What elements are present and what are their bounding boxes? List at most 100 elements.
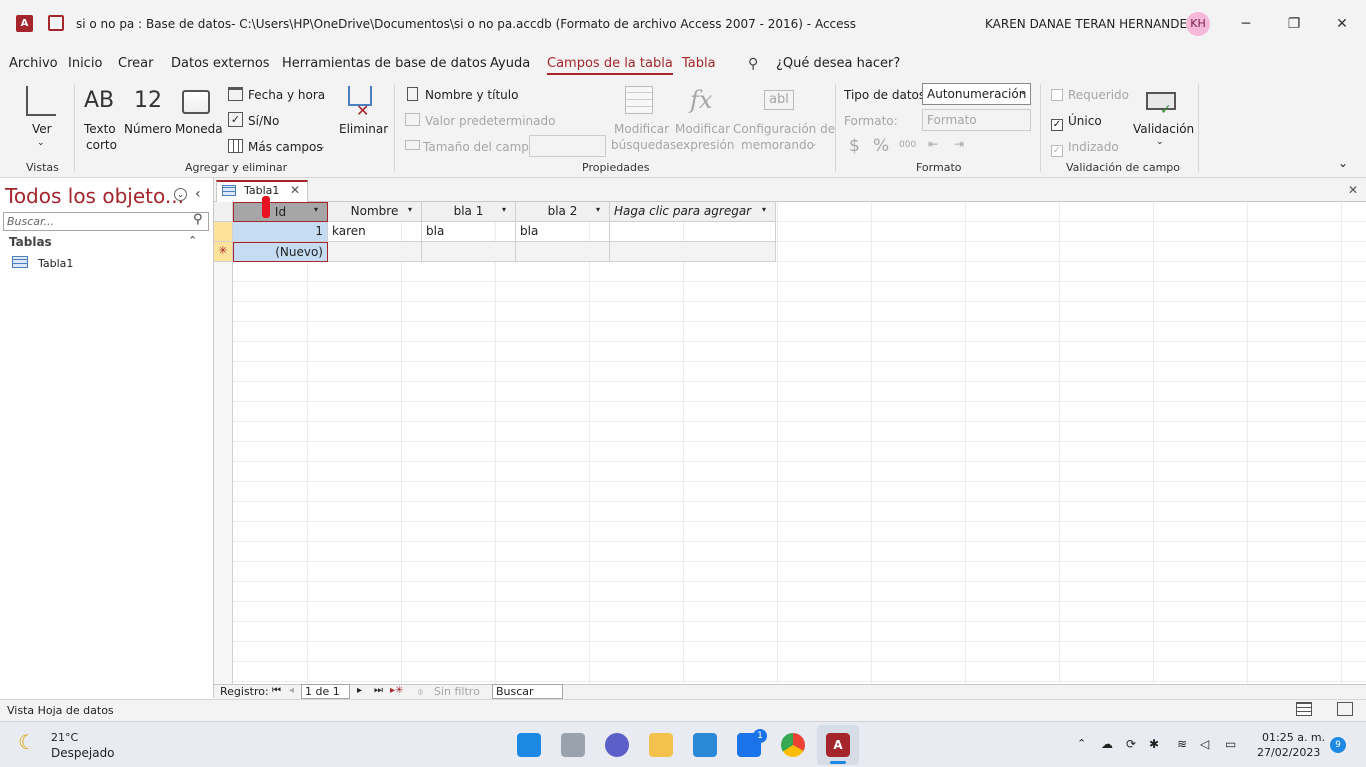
chevron-down-icon[interactable]: ⌄ <box>1156 137 1164 147</box>
column-header-add[interactable]: Haga clic para agregar <box>610 202 776 222</box>
weather-temp[interactable]: 21°C <box>51 731 78 744</box>
chrome-icon[interactable] <box>781 733 805 757</box>
dropdown-arrow-icon[interactable]: ▾ <box>762 205 766 214</box>
modify-lookups-label-2[interactable]: búsquedas <box>611 138 676 152</box>
search-icon[interactable]: ⚲ <box>193 212 203 227</box>
onedrive-icon[interactable]: ☁ <box>1101 737 1113 751</box>
sync-icon[interactable]: ⟳ <box>1126 737 1136 751</box>
store-icon[interactable] <box>693 733 717 757</box>
tell-me-search[interactable]: ¿Qué desea hacer? <box>776 56 900 71</box>
nav-section-tablas[interactable]: Tablas <box>9 235 52 249</box>
tab-datos-externos[interactable]: Datos externos <box>171 56 270 71</box>
weather-desc[interactable]: Despejado <box>51 746 115 760</box>
close-document-icon[interactable]: ✕ <box>1348 183 1358 197</box>
design-view-icon[interactable] <box>1337 702 1353 716</box>
modify-expression-label-2[interactable]: expresión <box>676 138 734 152</box>
datasheet-view-icon[interactable] <box>1296 702 1312 716</box>
tab-inicio[interactable]: Inicio <box>68 56 102 71</box>
table-cell[interactable]: karen <box>328 222 422 242</box>
new-record-cell[interactable]: (Nuevo) <box>233 242 328 262</box>
chevron-up-icon[interactable]: ⌃ <box>1077 737 1086 750</box>
restore-button[interactable]: ❐ <box>1280 10 1308 38</box>
save-icon[interactable] <box>48 15 64 31</box>
table-cell[interactable] <box>610 222 776 242</box>
row-selector[interactable] <box>214 222 233 242</box>
wifi-icon[interactable]: ≋ <box>1177 737 1187 751</box>
clock-date[interactable]: 27/02/2023 <box>1257 746 1320 759</box>
chat-icon[interactable] <box>605 733 629 757</box>
yes-no-button[interactable]: Sí/No <box>248 114 279 128</box>
avatar[interactable]: KH <box>1186 12 1210 36</box>
battery-icon[interactable]: ▭ <box>1225 737 1236 751</box>
validation-button[interactable]: Validación <box>1133 122 1194 136</box>
table-cell[interactable]: bla <box>422 222 516 242</box>
memo-settings-button[interactable]: Configuración de <box>733 122 835 136</box>
filter-icon[interactable]: ⌽ <box>417 685 424 699</box>
close-button[interactable]: ✕ <box>1328 10 1356 38</box>
file-explorer-icon[interactable] <box>649 733 673 757</box>
new-record-nav-icon[interactable]: ▸✳ <box>390 685 403 696</box>
task-view-icon[interactable] <box>561 733 585 757</box>
field-size-input[interactable] <box>529 135 606 157</box>
prev-record-icon[interactable]: ◂ <box>289 685 294 696</box>
chevron-up-icon[interactable]: ⌃ <box>188 234 197 247</box>
unique-checkbox[interactable]: ✓ Único <box>1051 114 1102 131</box>
windows-start-icon[interactable] <box>517 733 541 757</box>
currency-format-icon[interactable]: $ <box>849 136 860 156</box>
moon-icon[interactable]: ☾ <box>18 730 36 754</box>
tab-campos-de-la-tabla[interactable]: Campos de la tabla <box>547 56 673 75</box>
access-logo-icon[interactable]: A <box>16 15 33 32</box>
dropdown-arrow-icon[interactable]: ▾ <box>596 205 600 214</box>
last-record-icon[interactable]: ⏭ <box>374 685 383 696</box>
bluetooth-icon[interactable]: ✱ <box>1149 737 1159 751</box>
search-icon[interactable]: ⚲ <box>748 56 758 72</box>
select-all-corner[interactable] <box>214 202 233 222</box>
dropdown-arrow-icon[interactable]: ▾ <box>408 205 412 214</box>
tab-tabla[interactable]: Tabla <box>682 56 716 71</box>
table-cell[interactable] <box>328 242 422 262</box>
thousands-format-icon[interactable]: 000 <box>899 140 916 150</box>
nav-menu-chevron-icon[interactable]: ⌄ <box>174 188 187 201</box>
format-select[interactable]: Formato <box>922 109 1031 131</box>
chevron-down-icon[interactable]: ⌄ <box>810 139 818 149</box>
currency-button[interactable]: Moneda <box>175 122 223 136</box>
nav-search-input[interactable]: Buscar... <box>3 212 209 231</box>
minimize-button[interactable]: ─ <box>1232 10 1260 38</box>
modify-lookups-button[interactable]: Modificar <box>614 122 669 136</box>
user-name[interactable]: KAREN DANAE TERAN HERNANDEZ <box>985 17 1195 31</box>
tab-archivo[interactable]: Archivo <box>9 56 58 71</box>
name-caption-button[interactable]: Nombre y título <box>425 88 518 102</box>
modify-expression-button[interactable]: Modificar <box>675 122 730 136</box>
table-cell[interactable]: 1 <box>233 222 328 242</box>
close-tab-icon[interactable]: ✕ <box>290 183 300 197</box>
collapse-pane-icon[interactable]: ‹ <box>195 186 201 202</box>
table-cell[interactable] <box>516 242 610 262</box>
percent-format-icon[interactable]: % <box>873 136 889 156</box>
table-cell[interactable] <box>422 242 516 262</box>
view-button[interactable]: Ver <box>32 122 52 136</box>
next-record-icon[interactable]: ▸ <box>357 685 362 696</box>
chevron-down-icon[interactable]: ⌄ <box>1019 86 1027 97</box>
notification-badge[interactable]: 9 <box>1330 737 1346 753</box>
dropdown-arrow-icon[interactable]: ▾ <box>314 205 318 214</box>
record-position-input[interactable]: 1 de 1 <box>301 684 350 699</box>
doc-tab-label[interactable]: Tabla1 <box>244 184 279 197</box>
chevron-down-icon[interactable]: ⌄ <box>318 142 326 152</box>
collapse-ribbon-icon[interactable]: ⌄ <box>1338 156 1348 170</box>
tab-herramientas[interactable]: Herramientas de base de datos <box>282 56 487 71</box>
new-record-icon[interactable]: ✳ <box>214 242 233 262</box>
access-app-icon[interactable]: A <box>826 733 850 757</box>
indexed-checkbox[interactable]: ✓ Indizado <box>1051 140 1119 157</box>
no-filter-label[interactable]: Sin filtro <box>434 685 480 698</box>
short-text-button[interactable]: Texto <box>84 122 116 136</box>
number-button[interactable]: Número <box>124 122 172 136</box>
short-text-label-2[interactable]: corto <box>86 138 117 152</box>
chevron-down-icon[interactable]: ⌄ <box>37 138 45 148</box>
data-type-select[interactable]: Autonumeración <box>922 83 1031 105</box>
decrease-decimals-icon[interactable]: ⇥ <box>954 137 964 151</box>
clock-time[interactable]: 01:25 a. m. <box>1262 731 1325 744</box>
table-cell[interactable] <box>610 242 776 262</box>
dropdown-arrow-icon[interactable]: ▾ <box>502 205 506 214</box>
default-value-button[interactable]: Valor predeterminado <box>425 114 555 128</box>
record-search-input[interactable]: Buscar <box>492 684 563 699</box>
